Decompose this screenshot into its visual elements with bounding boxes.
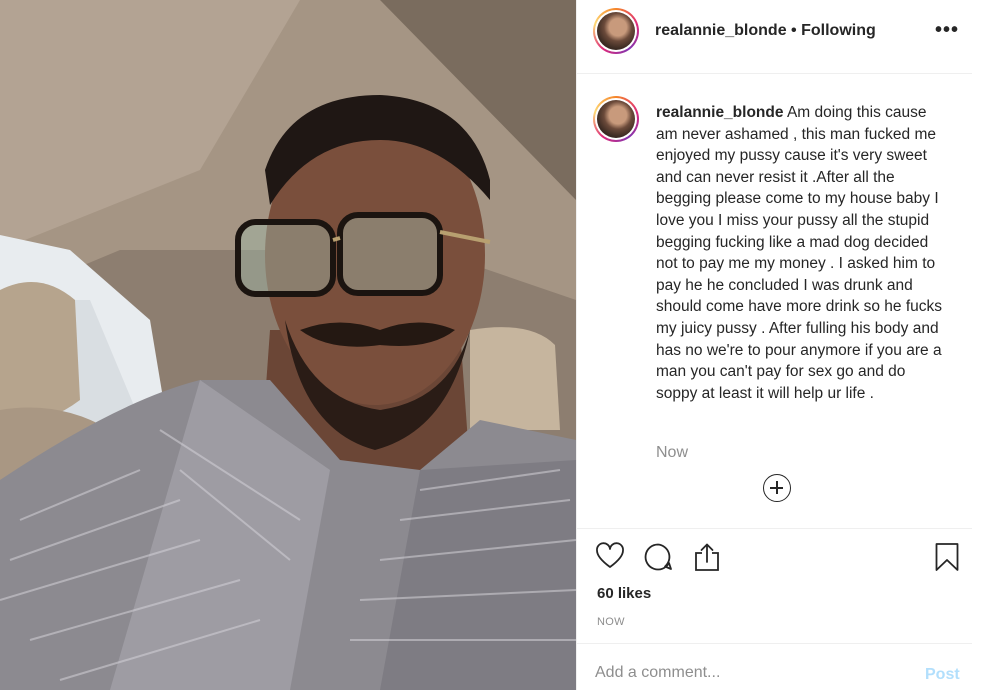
comment-bar: Post bbox=[577, 643, 972, 690]
post-comment-button[interactable]: Post bbox=[925, 666, 960, 684]
bookmark-icon[interactable] bbox=[934, 542, 960, 572]
post-header: realannie_blonde • Following ••• bbox=[577, 0, 972, 74]
separator-dot: • bbox=[791, 22, 797, 39]
caption-username-link[interactable]: realannie_blonde bbox=[656, 104, 783, 121]
caption-text: Am doing this cause am never ashamed , t… bbox=[656, 104, 943, 402]
selfie-image bbox=[0, 0, 576, 690]
share-icon[interactable] bbox=[693, 542, 721, 572]
following-button[interactable]: Following bbox=[801, 22, 876, 39]
caption-timestamp: Now bbox=[656, 444, 689, 461]
comment-bubble-icon[interactable] bbox=[643, 542, 673, 572]
post-details-panel: realannie_blonde • Following ••• realann… bbox=[576, 0, 983, 690]
author-username-link[interactable]: realannie_blonde bbox=[655, 22, 787, 39]
action-bar: 60 likes NOW bbox=[577, 530, 972, 640]
plus-circle-icon[interactable] bbox=[763, 474, 791, 502]
post-photo[interactable] bbox=[0, 0, 576, 690]
likes-count[interactable]: 60 likes bbox=[597, 585, 651, 602]
caption-author-avatar[interactable] bbox=[593, 96, 639, 142]
ellipsis-icon[interactable]: ••• bbox=[935, 19, 959, 42]
comment-input[interactable] bbox=[595, 664, 895, 682]
post-timestamp: NOW bbox=[597, 616, 625, 628]
comments-section: realannie_blonde Am doing this cause am … bbox=[577, 74, 972, 529]
post-caption: realannie_blonde Am doing this cause am … bbox=[656, 102, 948, 404]
heart-icon[interactable] bbox=[595, 542, 625, 570]
author-info: realannie_blonde • Following bbox=[655, 22, 876, 40]
author-avatar[interactable] bbox=[593, 8, 639, 54]
